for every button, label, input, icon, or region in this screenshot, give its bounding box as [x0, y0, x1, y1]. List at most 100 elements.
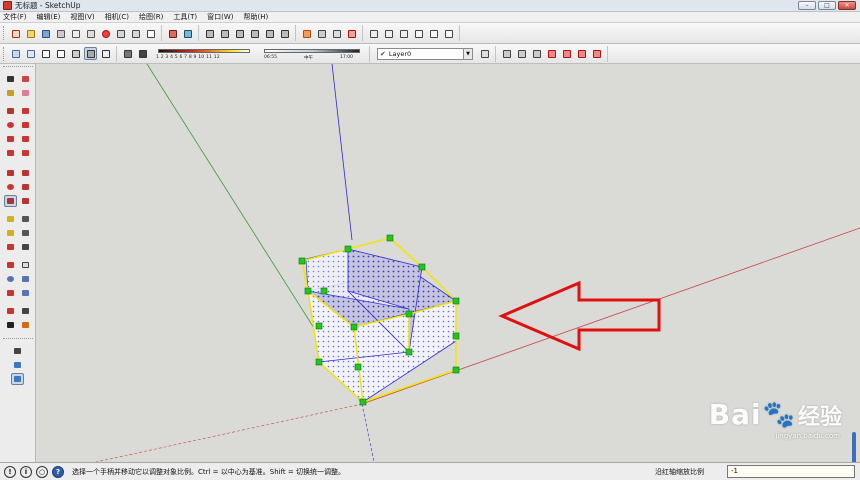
shadow-time-slider[interactable]: 06:55 中午 17:00	[262, 47, 362, 61]
section-display-icon[interactable]	[315, 27, 328, 40]
menu-tools[interactable]: 工具(T)	[173, 12, 197, 22]
extension-icon[interactable]	[442, 27, 455, 40]
section-cut-icon[interactable]	[330, 27, 343, 40]
model-info-icon[interactable]	[166, 27, 179, 40]
dimension-icon[interactable]	[19, 213, 32, 225]
paste-icon[interactable]	[84, 27, 97, 40]
circle-icon[interactable]	[4, 119, 17, 131]
move-icon[interactable]	[4, 167, 17, 179]
previous-view-icon[interactable]	[19, 287, 32, 299]
new-file-icon[interactable]	[9, 27, 22, 40]
text-tool-icon[interactable]	[19, 227, 32, 239]
protractor-icon[interactable]	[4, 227, 17, 239]
left-view-icon[interactable]	[278, 27, 291, 40]
measurements-input[interactable]: -1	[727, 465, 855, 478]
position-camera-icon[interactable]	[4, 305, 17, 317]
display-shadows-icon[interactable]	[136, 47, 149, 60]
pan-hand-icon[interactable]	[19, 259, 32, 271]
zoom-icon[interactable]	[4, 273, 17, 285]
zoom-scroll-thumb[interactable]	[852, 432, 856, 462]
erase-icon[interactable]	[99, 27, 112, 40]
offset-icon[interactable]	[19, 195, 32, 207]
close-button[interactable]: ✕	[838, 1, 856, 10]
zoom-window-icon[interactable]	[19, 273, 32, 285]
right-view-icon[interactable]	[248, 27, 261, 40]
layer-dropdown[interactable]: ✔ Layer0 ▼	[377, 47, 473, 60]
paint-bucket-icon[interactable]	[4, 87, 17, 99]
shaded-icon[interactable]	[69, 47, 82, 60]
push-pull-icon[interactable]	[19, 167, 32, 179]
3d-text-icon[interactable]	[19, 241, 32, 253]
arc-icon[interactable]	[19, 119, 32, 131]
menu-view[interactable]: 视图(V)	[70, 12, 94, 22]
line-pencil-icon[interactable]	[19, 105, 32, 117]
stamp-icon[interactable]	[545, 47, 558, 60]
menu-window[interactable]: 窗口(W)	[207, 12, 233, 22]
back-edges-icon[interactable]	[24, 47, 37, 60]
menu-draw[interactable]: 绘图(R)	[139, 12, 163, 22]
two-point-arc-icon[interactable]	[4, 147, 17, 159]
axes-icon[interactable]	[4, 241, 17, 253]
select-arrow-icon[interactable]	[4, 73, 17, 85]
look-around-icon[interactable]	[19, 305, 32, 317]
chevron-down-icon[interactable]: ▼	[463, 48, 472, 59]
eraser-icon[interactable]	[19, 87, 32, 99]
rotate-icon[interactable]	[4, 181, 17, 193]
add-detail-icon[interactable]	[575, 47, 588, 60]
sandbox-move-icon[interactable]	[11, 345, 24, 357]
section-plane-tool-icon[interactable]	[19, 319, 32, 331]
rectangle-icon[interactable]	[4, 105, 17, 117]
toolbar-grip[interactable]	[3, 338, 33, 341]
share-model-icon[interactable]	[427, 27, 440, 40]
section-plane-icon[interactable]	[300, 27, 313, 40]
maximize-button[interactable]: □	[818, 1, 836, 10]
toolbar-grip[interactable]	[3, 66, 33, 69]
sandbox-stamp-icon[interactable]	[11, 373, 24, 385]
walk-footsteps-icon[interactable]	[4, 319, 17, 331]
menu-edit[interactable]: 编辑(E)	[37, 12, 61, 22]
flip-edge-icon[interactable]	[590, 47, 603, 60]
cut-icon[interactable]	[54, 27, 67, 40]
minimize-button[interactable]: –	[798, 1, 816, 10]
sandbox-smoove-icon[interactable]	[11, 359, 24, 371]
make-component-icon[interactable]	[19, 73, 32, 85]
top-view-icon[interactable]	[218, 27, 231, 40]
iso-view-icon[interactable]	[203, 27, 216, 40]
orbit-icon[interactable]	[4, 259, 17, 271]
camera-position-icon[interactable]	[367, 27, 380, 40]
polygon-icon[interactable]	[4, 133, 17, 145]
walk-icon[interactable]	[382, 27, 395, 40]
front-view-icon[interactable]	[233, 27, 246, 40]
open-file-icon[interactable]	[24, 27, 37, 40]
xray-icon[interactable]	[345, 27, 358, 40]
user-status-icon[interactable]: ○	[36, 465, 48, 478]
follow-me-icon[interactable]	[19, 181, 32, 193]
scale-icon[interactable]	[3, 195, 17, 207]
smoove-icon[interactable]	[530, 47, 543, 60]
from-contours-icon[interactable]	[500, 47, 513, 60]
menu-camera[interactable]: 相机(C)	[105, 12, 129, 22]
menu-file[interactable]: 文件(F)	[3, 12, 27, 22]
shadow-settings-icon[interactable]	[121, 47, 134, 60]
help-icon[interactable]: ?	[52, 465, 64, 478]
pie-icon[interactable]	[19, 147, 32, 159]
hidden-line-icon[interactable]	[54, 47, 67, 60]
toolbar-grip[interactable]	[3, 26, 6, 40]
freehand-icon[interactable]	[19, 133, 32, 145]
copy-icon[interactable]	[69, 27, 82, 40]
warehouse-icon[interactable]	[412, 27, 425, 40]
shadow-date-slider[interactable]: 1 2 3 4 5 6 7 8 9 10 11 12	[154, 47, 254, 61]
drape-icon[interactable]	[560, 47, 573, 60]
from-scratch-icon[interactable]	[515, 47, 528, 60]
geo-location-icon[interactable]	[181, 27, 194, 40]
menu-help[interactable]: 帮助(H)	[243, 12, 268, 22]
xray-style-icon[interactable]	[9, 47, 22, 60]
toolbar-grip[interactable]	[3, 46, 6, 61]
save-icon[interactable]	[39, 27, 52, 40]
shaded-textures-icon[interactable]	[84, 47, 97, 60]
redo-icon[interactable]	[129, 27, 142, 40]
zoom-extents-icon[interactable]	[4, 287, 17, 299]
credits-status-icon[interactable]: i	[20, 465, 32, 478]
wireframe-icon[interactable]	[39, 47, 52, 60]
tape-measure-icon[interactable]	[4, 213, 17, 225]
